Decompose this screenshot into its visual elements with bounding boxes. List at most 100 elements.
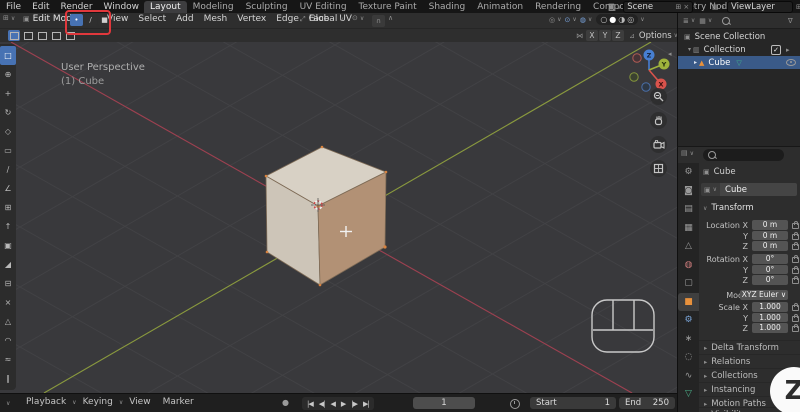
outliner-search-icon[interactable] [722, 16, 731, 25]
tool-spin[interactable]: ◠ [0, 331, 16, 350]
workspace-tab-shading[interactable]: Shading [423, 1, 472, 13]
snap-toggle[interactable]: ∩ [372, 14, 385, 27]
scene-selector[interactable]: ◙ ∨ Scene ⊞ × [608, 1, 694, 13]
tool-measure[interactable]: ∠ [0, 179, 16, 198]
scene-name[interactable]: Scene [627, 2, 653, 12]
display-mode-icon[interactable]: ▦ [699, 17, 706, 25]
tool-scale[interactable]: ◇ [0, 122, 16, 141]
workspace-tab-sculpting[interactable]: Sculpting [240, 1, 294, 13]
playback-time-icon[interactable] [510, 399, 520, 409]
pan-hand-button[interactable] [650, 112, 667, 129]
jump-to-end-button[interactable]: ▶| [360, 400, 372, 408]
xray-toggle-icon[interactable]: ◍ [580, 16, 586, 24]
new-scene-icon[interactable]: ⊞ [675, 3, 681, 11]
filter-list-icon[interactable]: ≣ [683, 17, 689, 25]
delete-scene-icon[interactable]: × [683, 3, 689, 11]
tool-cursor[interactable]: ⊕ [0, 65, 16, 84]
pivot-point-dropdown[interactable]: ⊙ ∨ [352, 14, 364, 22]
snap-base-icon[interactable]: ⊿ [629, 32, 635, 40]
outliner: ≣ ∨ ▦ ∨ ∇ ▣ Scene Collection ▾ ▥ Collectio… [677, 13, 800, 146]
timeline-menu-keying[interactable]: Keying [83, 397, 113, 407]
workspace-tab-modeling[interactable]: Modeling [187, 1, 240, 13]
gizmos-icon[interactable]: ◎ [549, 16, 555, 24]
play-button[interactable]: ▶ [338, 400, 348, 408]
tool-rotate[interactable]: ↻ [0, 103, 16, 122]
tool-inset[interactable]: ▣ [0, 236, 16, 255]
timeline-menu-playback[interactable]: Playback [26, 397, 66, 407]
tool-select-box[interactable]: □ [0, 46, 16, 65]
frame-start-field[interactable]: Start 1 [530, 397, 616, 409]
tool-add-cube[interactable]: ⊞ [0, 198, 16, 217]
editor-type-button[interactable]: ⊞ ∨ [3, 14, 15, 22]
viewport-menu-add[interactable]: Add [176, 14, 193, 24]
transform-orientation-dropdown[interactable]: ⤢ Global ∨ [300, 14, 344, 24]
tool-bevel[interactable]: ◢ [0, 255, 16, 274]
select-extend-button[interactable] [22, 30, 34, 41]
outliner-row-collection[interactable]: ▾ ▥ Collection ✓ ▸ [678, 43, 800, 56]
outliner-filter-icon[interactable]: ∇ [788, 17, 793, 25]
select-new-button[interactable] [8, 30, 20, 41]
region-collapse-arrow[interactable]: ◂ [668, 50, 672, 58]
tool-knife[interactable]: × [0, 293, 16, 312]
viewport-menu-mesh[interactable]: Mesh [204, 14, 228, 24]
timeline-menu-view[interactable]: View [129, 397, 150, 407]
workspace-tab-rendering[interactable]: Rendering [529, 1, 587, 13]
next-keyframe-button[interactable]: |▶ [348, 400, 360, 408]
camera-view-button[interactable] [650, 136, 667, 153]
zoom-button[interactable] [650, 88, 667, 105]
viewport-menu-select[interactable]: Select [138, 14, 166, 24]
tool-poly-build[interactable]: △ [0, 312, 16, 331]
tool-loop-cut[interactable]: ⊟ [0, 274, 16, 293]
tool-move[interactable]: + [0, 84, 16, 103]
select-subtract-button[interactable] [36, 30, 48, 41]
outliner-row-cube[interactable]: ▸ ▲ Cube ▽ [678, 56, 800, 69]
jump-to-start-button[interactable]: |◀ [304, 400, 316, 408]
shading-wireframe-icon[interactable]: ○ [600, 15, 607, 24]
current-frame-field[interactable]: 1 [413, 397, 475, 409]
outliner-row-scene-collection[interactable]: ▣ Scene Collection [678, 30, 800, 43]
perspective-toggle-button[interactable] [650, 160, 667, 177]
tool-edge-slide[interactable]: ∥ [0, 369, 16, 388]
tool-annotate[interactable]: ∕ [0, 160, 16, 179]
gizmo-z-label: Z [647, 52, 652, 60]
auto-key-button[interactable]: ● [282, 398, 289, 407]
mirror-x-toggle[interactable]: X [586, 30, 598, 41]
viewlayer-selector[interactable]: ▦ ∨ ViewLayer ⊞ [712, 1, 800, 13]
proportional-editing-toggle[interactable]: ∧ [388, 14, 393, 22]
frame-end-field[interactable]: End 250 [619, 397, 675, 409]
tool-smooth[interactable]: ≈ [0, 350, 16, 369]
tool-transform[interactable]: ▭ [0, 141, 16, 160]
shading-dropdown[interactable]: ∨ [640, 16, 644, 23]
section-delta-transform[interactable]: ▸ Delta Transform [699, 340, 800, 354]
tool-extrude[interactable]: ↑ [0, 217, 16, 236]
select-invert-button[interactable] [50, 30, 62, 41]
workspace-tab-texture-paint[interactable]: Texture Paint [353, 1, 423, 13]
workspace-tab-animation[interactable]: Animation [471, 1, 529, 13]
menu-edit[interactable]: Edit [32, 2, 49, 12]
collection-select-icon[interactable]: ▸ [786, 46, 790, 54]
menu-file[interactable]: File [6, 2, 21, 12]
shading-material-icon[interactable]: ◑ [618, 15, 625, 24]
viewport-menu-vertex[interactable]: Vertex [237, 14, 266, 24]
viewlayer-name[interactable]: ViewLayer [727, 1, 794, 13]
timeline-menu-marker[interactable]: Marker [163, 397, 194, 407]
section-relations[interactable]: ▸ Relations [699, 354, 800, 368]
viewport-menu-edge[interactable]: Edge [276, 14, 299, 24]
shading-solid-icon[interactable]: ● [609, 15, 616, 24]
mirror-z-toggle[interactable]: Z [612, 30, 624, 41]
remove-viewlayer-icon[interactable]: ⊞ [796, 3, 800, 11]
prev-keyframe-button[interactable]: ◀| [316, 400, 328, 408]
visibility-eye-icon[interactable] [786, 59, 796, 66]
expand-icon[interactable]: ▸ [694, 59, 697, 66]
mirror-y-toggle[interactable]: Y [599, 30, 611, 41]
workspace-tab-layout[interactable]: Layout [144, 1, 187, 13]
timeline-editor-dropdown[interactable]: ∨ [6, 400, 10, 407]
viewport-3d[interactable]: Z Y X User Perspective (1) Cube □ ⊕ + ↻ ◇ ▭ ∕ ∠… [0, 42, 677, 393]
collection-checkbox[interactable]: ✓ [771, 44, 781, 55]
expand-icon[interactable]: ▾ [688, 46, 691, 53]
play-reverse-button[interactable]: ◀ [328, 400, 338, 408]
shading-rendered-icon[interactable]: ◎ [627, 15, 634, 24]
options-label[interactable]: Options [639, 31, 672, 41]
workspace-tab-uv-editing[interactable]: UV Editing [294, 1, 353, 13]
overlays-icon[interactable]: ⊙ [565, 16, 571, 24]
